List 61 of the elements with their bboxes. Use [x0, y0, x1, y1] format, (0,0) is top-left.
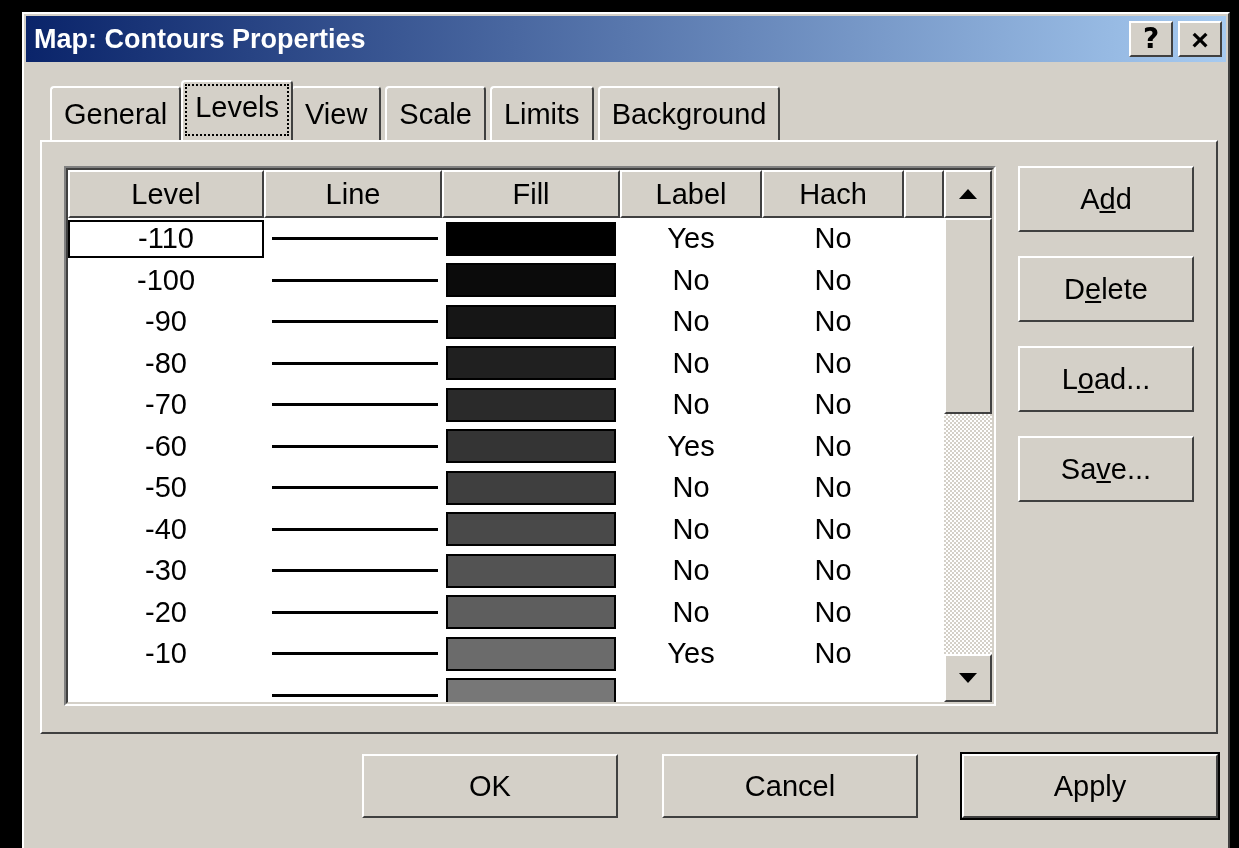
table-cell-text: -10	[144, 636, 188, 672]
tab[interactable]: Limits	[489, 86, 594, 140]
table-cell-text: No	[813, 470, 853, 506]
table-cell-text: No	[813, 553, 853, 589]
table-cell-text: -40	[144, 511, 188, 547]
table-cell-text: No	[813, 304, 853, 340]
table-cell-text: No	[813, 262, 853, 298]
down-arrow-icon	[958, 672, 978, 684]
dialog-button[interactable]: OK	[362, 754, 618, 818]
table-cell-text: No	[671, 553, 711, 589]
table-cell-text: Yes	[666, 428, 716, 464]
tab[interactable]: Levels	[181, 80, 293, 140]
table-cell-text: No	[671, 470, 711, 506]
table-cell-text: No	[671, 304, 711, 340]
table-cell-text: No	[671, 345, 711, 381]
column-header[interactable]: Fill	[442, 170, 620, 218]
dialog-button[interactable]: Cancel	[662, 754, 918, 818]
table-cell-text: -90	[144, 304, 188, 340]
column-header[interactable]: Line	[264, 170, 442, 218]
side-button[interactable]: Load...	[1018, 346, 1194, 412]
column-header[interactable]: Label	[620, 170, 762, 218]
column-header[interactable]: Hach	[762, 170, 904, 218]
window-title: Map: Contours Properties	[34, 23, 367, 55]
scroll-up-button[interactable]	[944, 170, 992, 218]
table-cell-text: No	[813, 511, 853, 547]
table-cell-text: -20	[144, 594, 188, 630]
dialog-button[interactable]: Apply	[962, 754, 1218, 818]
help-button[interactable]: ?	[1129, 21, 1173, 57]
scroll-thumb[interactable]	[944, 218, 992, 414]
table-cell-text: -60	[144, 428, 188, 464]
table-cell-text: No	[671, 387, 711, 423]
side-button[interactable]: Add	[1018, 166, 1194, 232]
table-cell-text: No	[671, 511, 711, 547]
table-cell-text: -80	[144, 345, 188, 381]
close-button[interactable]: ×	[1178, 21, 1222, 57]
table-cell-text: No	[813, 428, 853, 464]
column-header	[904, 170, 944, 218]
table-cell-text: No	[671, 594, 711, 630]
table-cell-text: -70	[144, 387, 188, 423]
table-cell-text: Yes	[666, 221, 716, 257]
table-cell-text: No	[813, 221, 853, 257]
table-cell: -110	[68, 219, 264, 258]
table-cell-text: -30	[144, 553, 188, 589]
table-cell-text: -50	[144, 470, 188, 506]
scroll-down-button[interactable]	[944, 654, 992, 702]
tab[interactable]: Scale	[385, 86, 486, 140]
scrollbar[interactable]	[944, 170, 992, 702]
side-button[interactable]: Save...	[1018, 436, 1194, 502]
table-cell-text: No	[671, 262, 711, 298]
column-header[interactable]: Level	[68, 170, 264, 218]
tab[interactable]: General	[50, 86, 182, 140]
table-cell-text: -100	[135, 262, 196, 298]
tab[interactable]: View	[291, 86, 382, 140]
table-cell-text: No	[813, 345, 853, 381]
table-cell-text: No	[813, 636, 853, 672]
tab[interactable]: Background	[597, 86, 781, 140]
side-button[interactable]: Delete	[1018, 256, 1194, 322]
table-cell-text: No	[813, 387, 853, 423]
table-cell-text: No	[813, 594, 853, 630]
up-arrow-icon	[958, 188, 978, 200]
table-cell-text: Yes	[666, 636, 716, 672]
